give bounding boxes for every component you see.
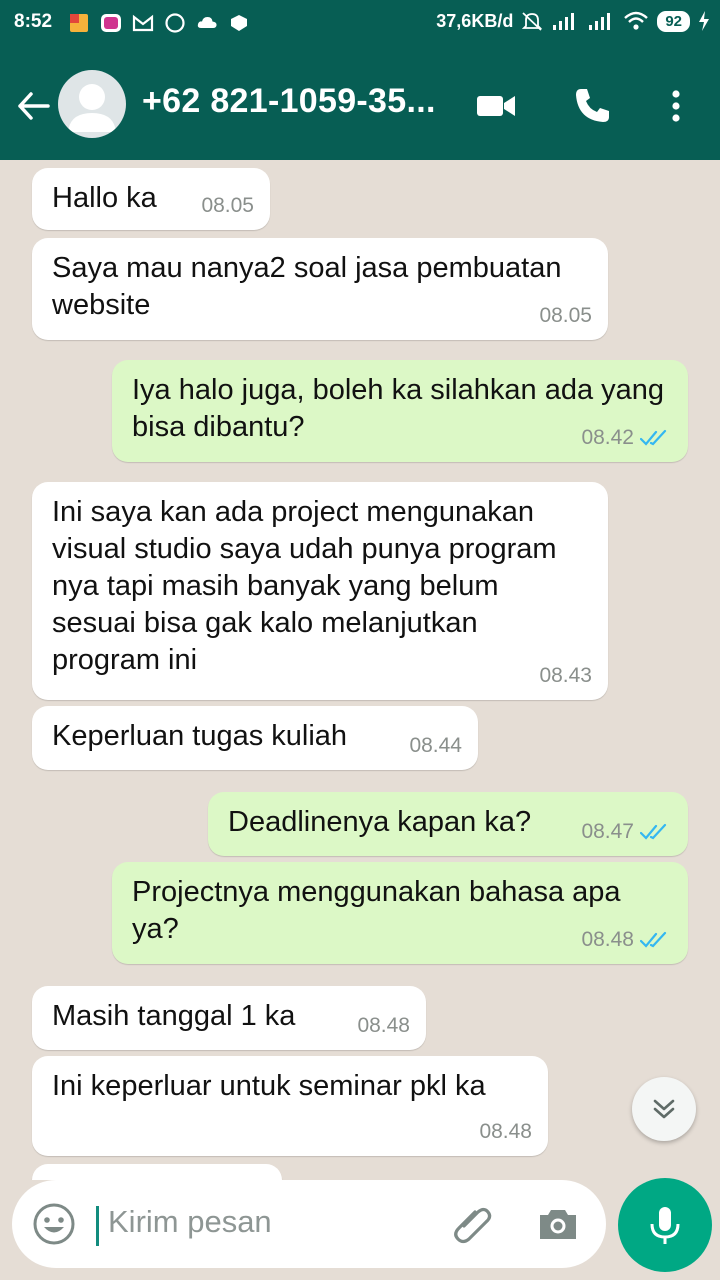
message-text: Keperluan tugas kuliah [52,720,348,752]
read-ticks-icon [640,823,667,840]
message-meta: 08.05 [201,187,254,224]
message-incoming[interactable]: Ini saya kan ada project mengunakan visu… [32,482,608,700]
message-time: 08.47 [581,820,634,843]
wifi-icon [624,11,649,30]
camera-icon[interactable] [536,1202,580,1246]
video-call-icon[interactable] [474,84,518,128]
message-text: Ini saya kan ada project mengunakan visu… [52,496,557,676]
message-time: 08.43 [539,664,592,687]
message-time: 08.05 [201,194,254,217]
message-meta: 08.47 [581,813,672,850]
default-avatar-icon [68,84,116,132]
message-incoming-partial[interactable] [32,1164,282,1180]
message-text: Masih tanggal 1 ka [52,1000,296,1032]
status-bar: 8:52 37,6KB/d 92 [0,0,720,50]
charging-icon [699,11,709,31]
battery-level: 92 [657,10,690,32]
avatar[interactable] [58,70,126,138]
whatsapp-icon [165,13,185,33]
text-caret [96,1206,99,1246]
message-time: 08.48 [581,928,634,951]
message-time: 08.48 [357,1014,410,1037]
chat-header: +62 821-1059-35... [0,50,720,160]
mic-icon [650,1207,680,1244]
contact-name[interactable]: +62 821-1059-35... [142,82,436,121]
notification-icons [68,12,250,34]
message-input[interactable]: Kirim pesan [108,1204,272,1240]
network-speed: 37,6KB/d [436,10,514,31]
message-meta: 08.48 [581,921,672,958]
message-text: Ini keperluar untuk seminar pkl ka [52,1070,486,1102]
message-time: 08.42 [581,426,634,449]
message-meta: 08.43 [539,657,592,694]
message-meta: 08.48 [479,1113,532,1150]
message-outgoing[interactable]: Iya halo juga, boleh ka silahkan ada yan… [112,360,688,462]
read-ticks-icon [640,429,667,446]
attach-icon[interactable] [450,1202,494,1246]
message-time: 08.48 [479,1120,532,1143]
message-text: Saya mau nanya2 soal jasa pembuatan webs… [52,252,562,321]
app-notification-icon [70,14,88,32]
status-time: 8:52 [14,11,53,32]
message-outgoing[interactable]: Projectnya menggunakan bahasa apa ya? 08… [112,862,688,964]
message-incoming[interactable]: Ini keperluar untuk seminar pkl ka 08.48 [32,1056,548,1156]
back-arrow-icon[interactable] [14,86,54,126]
message-time: 08.05 [539,304,592,327]
read-ticks-icon [640,931,667,948]
laz-icon [231,15,247,31]
message-time: 08.44 [409,734,462,757]
message-meta: 08.48 [357,1007,410,1044]
message-incoming[interactable]: Masih tanggal 1 ka 08.48 [32,986,426,1050]
lazada-icon [101,14,121,32]
message-meta: 08.44 [409,727,462,764]
scroll-to-bottom-button[interactable] [632,1077,696,1141]
message-incoming[interactable]: Saya mau nanya2 soal jasa pembuatan webs… [32,238,608,340]
gmail-icon [132,14,154,32]
chat-messages[interactable]: Hallo ka 08.05 Saya mau nanya2 soal jasa… [0,160,720,1180]
voice-message-button[interactable] [618,1178,712,1272]
phone-icon[interactable] [570,84,614,128]
scroll-down-icon [653,1099,675,1119]
signal-icon-2 [589,13,611,30]
emoji-icon[interactable] [32,1202,76,1246]
mute-icon [522,12,543,31]
signal-icon [553,13,575,30]
message-incoming[interactable]: Hallo ka 08.05 [32,168,270,230]
system-status: 37,6KB/d 92 [436,10,710,32]
cloud-icon [197,17,217,28]
message-incoming[interactable]: Keperluan tugas kuliah 08.44 [32,706,478,770]
message-meta: 08.42 [581,419,672,456]
message-composer: Kirim pesan [12,1180,606,1268]
message-outgoing[interactable]: Deadlinenya kapan ka? 08.47 [208,792,688,856]
more-vert-icon[interactable] [654,84,698,128]
message-meta: 08.05 [539,297,592,334]
